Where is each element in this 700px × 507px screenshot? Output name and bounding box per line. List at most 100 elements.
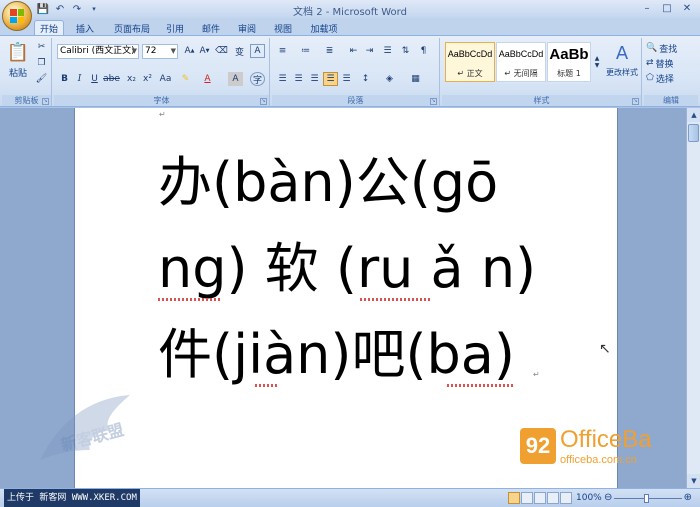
font-size-value: 72 — [145, 46, 157, 56]
select-label: 选择 — [655, 74, 674, 85]
cut-icon[interactable]: ✂ — [34, 40, 49, 54]
maximize-icon[interactable]: □ — [658, 1, 676, 15]
change-styles-icon[interactable]: A — [604, 42, 640, 64]
font-size-combo[interactable]: 72 ▼ — [142, 44, 178, 59]
zoom-knob[interactable] — [644, 494, 649, 503]
zoom-out-icon[interactable]: ⊖ — [604, 492, 612, 503]
find-label: 查找 — [659, 44, 678, 55]
ribbon: 📋 粘贴 ✂ ❐ 🖌 剪贴板 ↘ Calibri (西文正文) ▼ 72 ▼ A… — [0, 35, 700, 107]
minimize-icon[interactable]: – — [638, 1, 656, 15]
scroll-down-icon[interactable]: ▼ — [687, 474, 700, 488]
styles-group: AaBbCcDd ↵ 正文 AaBbCcDd ↵ 无间隔 AaBb 标题 1 ▲… — [442, 38, 642, 106]
shading-icon[interactable]: ◈ — [382, 72, 397, 86]
zoom-slider[interactable]: ⊖ ⊕ — [604, 492, 692, 503]
style-no-spacing[interactable]: AaBbCcDd ↵ 无间隔 — [496, 42, 546, 82]
watermark-wing-logo: 新客联盟 — [30, 390, 140, 480]
clipboard-launcher-icon[interactable]: ↘ — [42, 98, 49, 105]
change-case-icon[interactable]: Aa — [158, 72, 173, 86]
window-title: 文档 2 - Microsoft Word — [293, 7, 407, 18]
styles-launcher-icon[interactable]: ↘ — [632, 98, 639, 105]
print-layout-view-icon[interactable] — [508, 492, 520, 504]
enclose-char-icon[interactable]: 字 — [250, 72, 265, 86]
align-center-icon[interactable]: ☰ — [291, 72, 306, 86]
tab-review[interactable]: 审阅 — [232, 20, 262, 36]
paste-icon[interactable]: 📋 — [6, 40, 30, 64]
document-line-1[interactable]: 办(bàn)公(gō — [158, 138, 498, 217]
draft-view-icon[interactable] — [560, 492, 572, 504]
web-layout-icon[interactable] — [534, 492, 546, 504]
brand-name: OfficeBa — [560, 426, 652, 453]
tab-page-layout[interactable]: 页面布局 — [108, 20, 156, 36]
clear-formatting-icon[interactable]: ⌫ — [214, 44, 229, 58]
grow-font-icon[interactable]: A ▲ — [182, 44, 197, 58]
multilevel-list-icon[interactable]: ≣ — [322, 44, 337, 58]
tab-mailings[interactable]: 邮件 — [196, 20, 226, 36]
paragraph-group-label: 段落 — [272, 95, 439, 106]
font-name-value: Calibri (西文正文) — [60, 46, 135, 56]
superscript-icon[interactable]: x² — [140, 72, 155, 86]
bullets-icon[interactable]: ≡ — [275, 44, 290, 58]
close-icon[interactable]: ✕ — [678, 1, 696, 15]
format-painter-icon[interactable]: 🖌 — [34, 72, 49, 86]
sort-icon[interactable]: ⇅ — [398, 44, 413, 58]
phonetic-guide-icon[interactable]: 变 — [232, 44, 247, 58]
font-launcher-icon[interactable]: ↘ — [260, 98, 267, 105]
replace-button[interactable]: ⇄ 替换 — [646, 57, 696, 70]
document-line-2[interactable]: ng) 软 (ru ǎ n) — [158, 224, 536, 303]
char-border-icon[interactable]: A — [250, 44, 265, 58]
strikethrough-icon[interactable]: abe — [103, 72, 120, 86]
watermark-brand: 92 OfficeBa officeba.com.cn — [520, 424, 690, 472]
editing-group: 🔍 查找 ⇄ 替换 ⬠ 选择 编辑 — [644, 38, 698, 106]
document-line-3[interactable]: 件(jiàn)吧(ba) — [158, 310, 515, 389]
underline-icon[interactable]: U — [87, 72, 102, 86]
zoom-in-icon[interactable]: ⊕ — [684, 492, 692, 503]
paste-button-label[interactable]: 粘贴 — [6, 66, 30, 79]
select-icon: ⬠ — [646, 73, 654, 83]
highlight-icon[interactable]: ✎ — [178, 72, 193, 86]
align-right-icon[interactable]: ☰ — [307, 72, 322, 86]
char-shading-icon[interactable]: A — [228, 72, 243, 86]
scrollbar-thumb[interactable] — [688, 124, 699, 142]
font-color-icon[interactable]: A — [200, 72, 215, 86]
line-spacing-icon[interactable]: ↕ — [358, 72, 373, 86]
style-name: ↵ 正文 — [457, 69, 483, 78]
style-heading-1[interactable]: AaBb 标题 1 — [547, 42, 591, 82]
window-controls: – □ ✕ — [638, 1, 696, 15]
tab-references[interactable]: 引用 — [160, 20, 190, 36]
tab-addins[interactable]: 加载项 — [304, 20, 344, 36]
styles-scroll-icon[interactable]: ▲ ▼ — [592, 42, 602, 82]
full-screen-reading-icon[interactable] — [521, 492, 533, 504]
find-button[interactable]: 🔍 查找 — [646, 42, 696, 55]
select-button[interactable]: ⬠ 选择 — [646, 72, 696, 85]
style-normal[interactable]: AaBbCcDd ↵ 正文 — [445, 42, 495, 82]
change-styles-button[interactable]: 更改样式 — [602, 66, 642, 78]
paragraph-launcher-icon[interactable]: ↘ — [430, 98, 437, 105]
chinese-layout-icon[interactable]: ☰ — [380, 44, 395, 58]
scroll-up-icon[interactable]: ▲ — [687, 108, 700, 122]
numbering-icon[interactable]: ≔ — [298, 44, 313, 58]
align-left-icon[interactable]: ☰ — [275, 72, 290, 86]
decrease-indent-icon[interactable]: ⇤ — [346, 44, 361, 58]
clipboard-group: 📋 粘贴 ✂ ❐ 🖌 剪贴板 ↘ — [2, 38, 52, 106]
outline-view-icon[interactable] — [547, 492, 559, 504]
tab-insert[interactable]: 插入 — [70, 20, 100, 36]
spelling-squiggle — [447, 384, 515, 387]
zoom-level[interactable]: 100% — [576, 489, 602, 507]
bold-icon[interactable]: B — [57, 72, 72, 86]
subscript-icon[interactable]: x₂ — [124, 72, 139, 86]
copy-icon[interactable]: ❐ — [34, 56, 49, 70]
style-sample: AaBbCcDd — [498, 49, 544, 59]
increase-indent-icon[interactable]: ⇥ — [362, 44, 377, 58]
italic-icon[interactable]: I — [72, 72, 87, 86]
show-marks-icon[interactable]: ¶ — [416, 44, 431, 58]
borders-icon[interactable]: ▦ — [408, 72, 423, 86]
office-button[interactable] — [2, 1, 32, 31]
shrink-font-icon[interactable]: A ▼ — [197, 44, 212, 58]
tab-home[interactable]: 开始 — [34, 20, 64, 36]
title-bar: 💾 ↶ ↷ ▾ 文档 2 - Microsoft Word – □ ✕ — [0, 0, 700, 31]
tab-view[interactable]: 视图 — [268, 20, 298, 36]
justify-icon[interactable]: ☰ — [323, 72, 338, 86]
font-name-combo[interactable]: Calibri (西文正文) ▼ — [57, 44, 139, 59]
distributed-icon[interactable]: ☰ — [339, 72, 354, 86]
upload-caption: 上传于 新客网 WWW.XKER.COM — [4, 489, 140, 507]
